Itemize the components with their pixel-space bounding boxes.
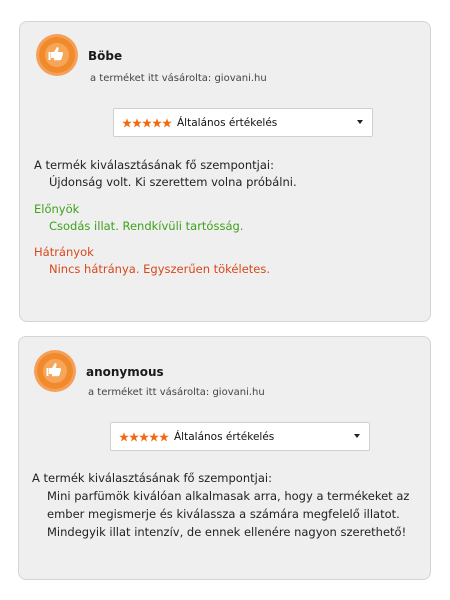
review-card: anonymous a terméket itt vásárolta: giov…	[18, 336, 431, 580]
criteria-label: A termék kiválasztásának fő szempontjai:	[32, 471, 272, 485]
star-icon	[142, 117, 152, 127]
rating-dropdown[interactable]: Általános értékelés	[110, 422, 370, 451]
criteria-text: Mini parfümök kiválóan alkalmasak arra, …	[47, 489, 410, 539]
reviewer-name: anonymous	[86, 365, 164, 379]
star-icon	[162, 117, 172, 127]
review-card: Böbe a terméket itt vásárolta: giovani.h…	[19, 21, 431, 322]
criteria-label: A termék kiválasztásának fő szempontjai:	[34, 158, 274, 172]
review-body: A termék kiválasztásának fő szempontjai:…	[34, 157, 419, 278]
review-body: A termék kiválasztásának fő szempontjai:…	[32, 470, 422, 541]
pros-label: Előnyök	[34, 202, 80, 216]
verified-buyer-badge-icon	[36, 34, 78, 76]
star-rating	[122, 117, 172, 128]
star-icon	[122, 117, 132, 127]
chevron-down-icon	[357, 120, 363, 124]
criteria-text: Újdonság volt. Ki szerettem volna próbál…	[49, 175, 297, 189]
star-icon	[119, 431, 129, 441]
star-rating	[119, 431, 169, 442]
verified-buyer-badge-icon	[34, 350, 76, 392]
star-icon	[132, 117, 142, 127]
purchase-source: a terméket itt vásárolta: giovani.hu	[90, 73, 267, 84]
rating-dropdown[interactable]: Általános értékelés	[113, 108, 373, 137]
star-icon	[139, 431, 149, 441]
star-icon	[159, 431, 169, 441]
purchase-source: a terméket itt vásárolta: giovani.hu	[88, 387, 265, 398]
cons-text: Nincs hátránya. Egyszerűen tökéletes.	[49, 262, 271, 276]
pros-text: Csodás illat. Rendkívüli tartósság.	[49, 219, 244, 233]
reviewer-name: Böbe	[88, 49, 123, 63]
chevron-down-icon	[354, 434, 360, 438]
rating-label: Általános értékelés	[174, 430, 275, 443]
star-icon	[129, 431, 139, 441]
cons-label: Hátrányok	[34, 245, 94, 259]
star-icon	[152, 117, 162, 127]
star-icon	[149, 431, 159, 441]
rating-label: Általános értékelés	[177, 116, 278, 129]
